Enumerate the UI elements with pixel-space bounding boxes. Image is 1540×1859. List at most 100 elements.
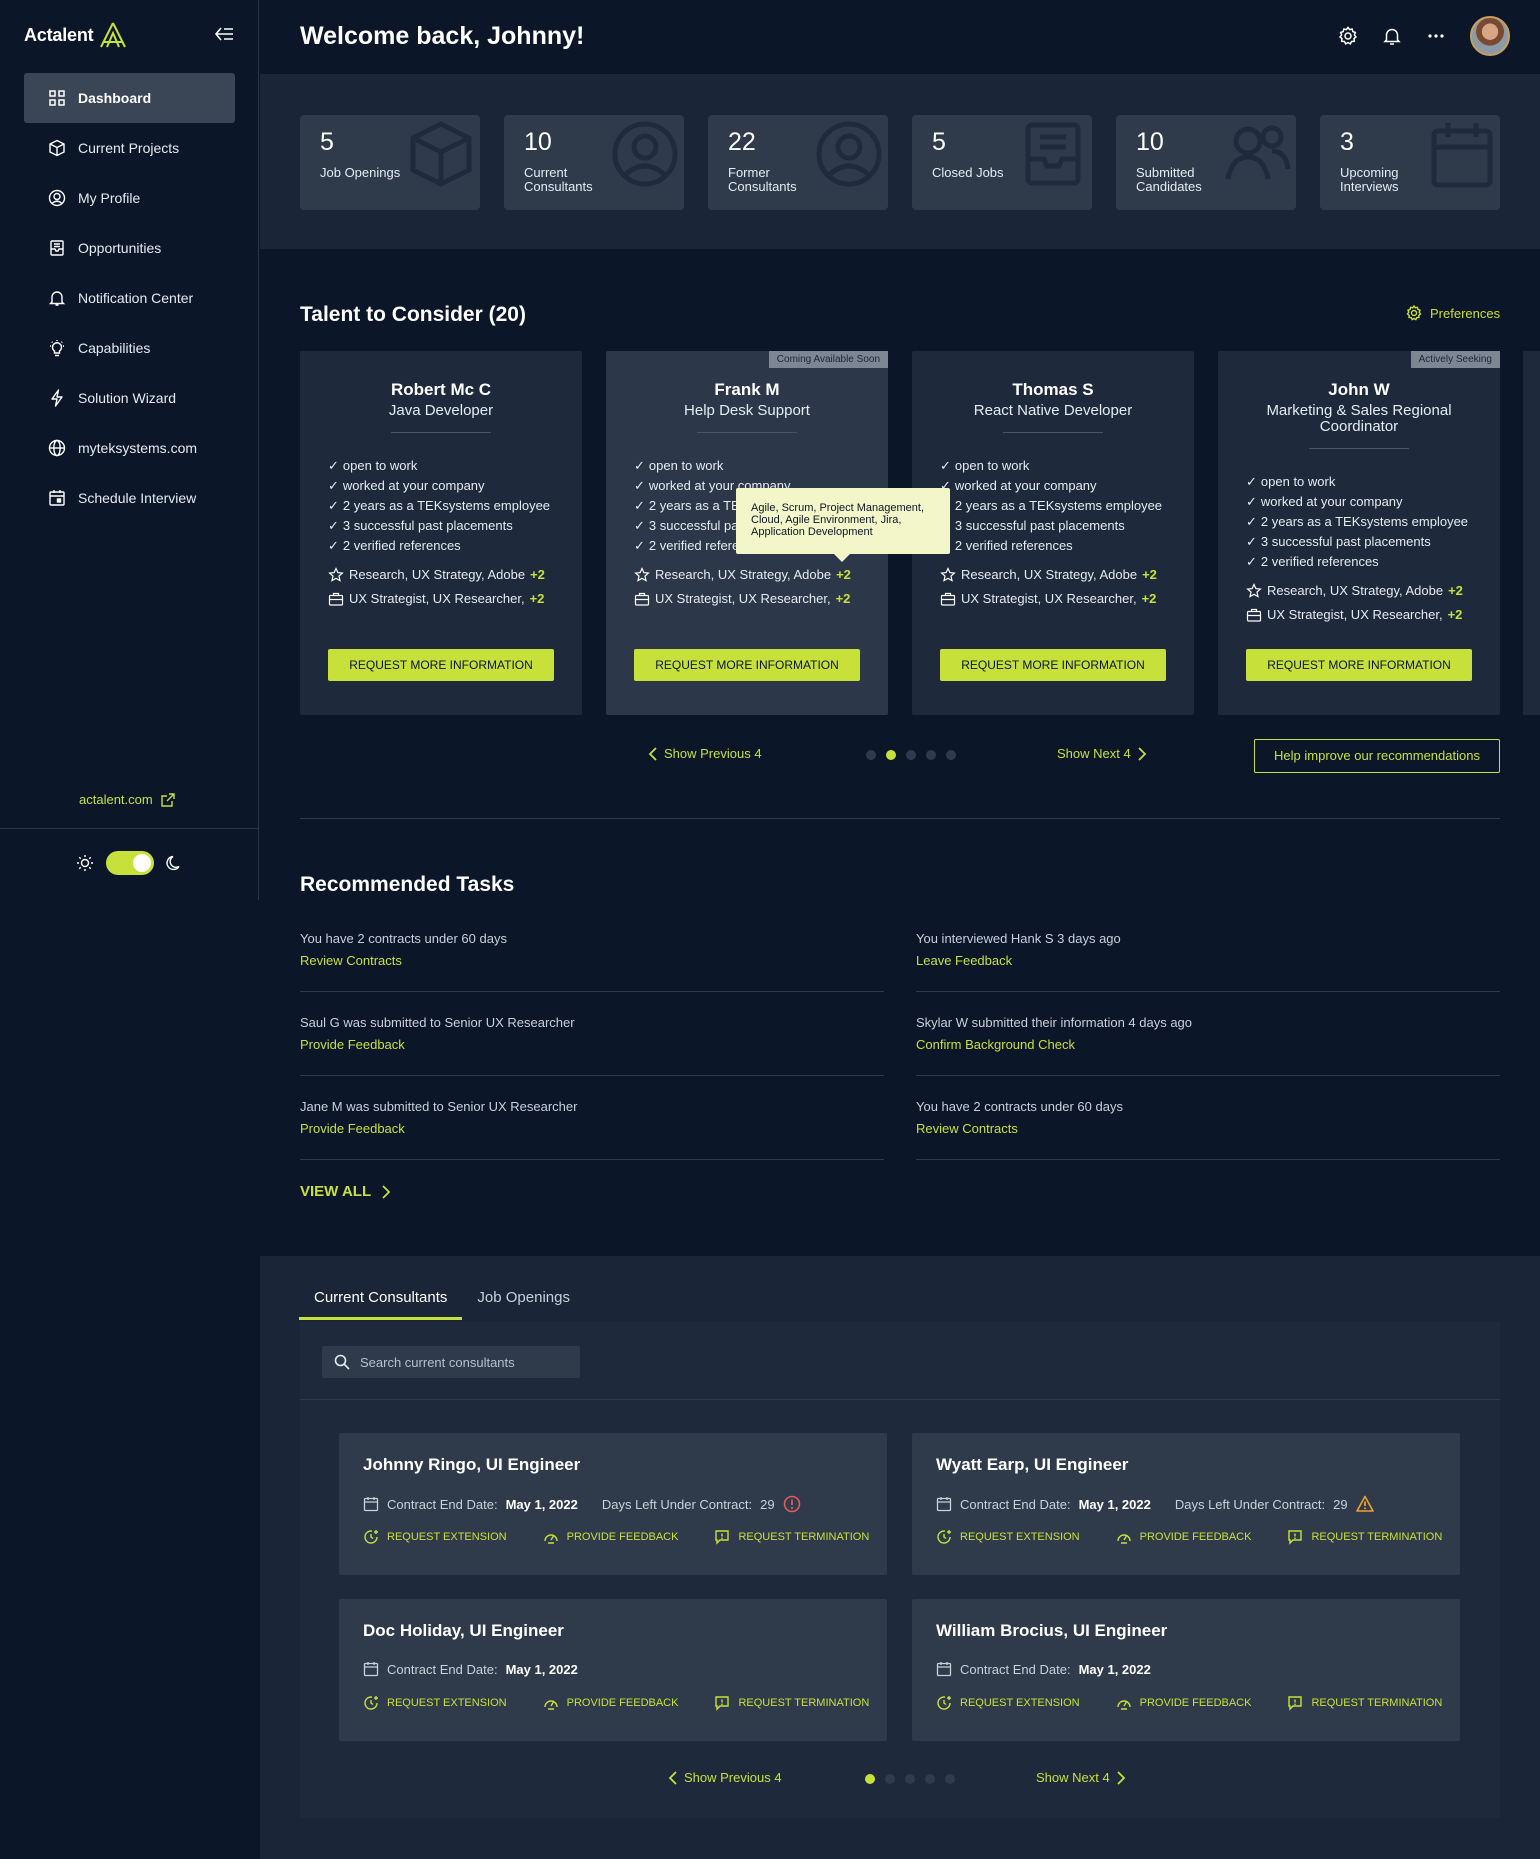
request-extension-button[interactable]: REQUEST EXTENSION (936, 1695, 1080, 1711)
talent-show-previous[interactable]: Show Previous 4 (648, 746, 762, 761)
roles-more[interactable]: +2 (1142, 587, 1157, 611)
roles-row: UX Strategist, UX Researcher, +2 (940, 587, 1157, 611)
tab-job-openings[interactable]: Job Openings (462, 1278, 585, 1320)
request-termination-button[interactable]: REQUEST TERMINATION (1287, 1695, 1442, 1711)
stat-current-consultants[interactable]: 10 Current Consultants (504, 115, 684, 210)
theme-switch (76, 851, 184, 875)
preferences-link[interactable]: Preferences (1406, 305, 1500, 321)
page-dot[interactable] (946, 750, 956, 760)
skills-more[interactable]: +2 (530, 563, 545, 587)
sidebar-item-my-profile[interactable]: My Profile (24, 173, 235, 223)
collapse-sidebar-icon[interactable] (214, 26, 234, 42)
dark-mode-toggle[interactable] (106, 851, 154, 875)
talent-checks: ✓open to work ✓worked at your company ✓2… (1246, 472, 1468, 572)
request-info-button[interactable]: REQUEST MORE INFORMATION (328, 649, 554, 681)
roles-more[interactable]: +2 (1448, 603, 1463, 627)
user-circle-icon (612, 121, 678, 187)
sidebar-item-capabilities[interactable]: Capabilities (24, 323, 235, 373)
provide-feedback-button[interactable]: PROVIDE FEEDBACK (1116, 1695, 1251, 1711)
task-action-link[interactable]: Provide Feedback (300, 1116, 884, 1142)
action-label: PROVIDE FEEDBACK (566, 1531, 679, 1543)
sidebar-divider (0, 828, 259, 829)
request-extension-button[interactable]: REQUEST EXTENSION (363, 1529, 507, 1545)
stat-label: Current Consultants (524, 165, 593, 194)
provide-feedback-button[interactable]: PROVIDE FEEDBACK (543, 1529, 679, 1545)
task-action-link[interactable]: Review Contracts (916, 1116, 1500, 1142)
sidebar-item-myteksystems[interactable]: myteksystems.com (24, 423, 235, 473)
tab-current-consultants[interactable]: Current Consultants (299, 1278, 463, 1320)
request-extension-button[interactable]: REQUEST EXTENSION (363, 1695, 507, 1711)
page-dot[interactable] (905, 1774, 915, 1784)
stat-former-consultants[interactable]: 22 Former Consultants (708, 115, 888, 210)
actalent-external-link[interactable]: actalent.com (79, 792, 175, 807)
sidebar-item-dashboard[interactable]: Dashboard (24, 73, 235, 123)
check-item: ✓2 verified references (1246, 552, 1468, 572)
page-dot[interactable] (925, 1774, 935, 1784)
more-options-icon[interactable] (1426, 26, 1446, 46)
task-action-link[interactable]: Leave Feedback (916, 948, 1500, 974)
skills-text: Research, UX Strategy, Adobe (349, 567, 526, 582)
view-all-link[interactable]: VIEW ALL (300, 1183, 391, 1200)
clock-plus-icon (937, 1530, 951, 1544)
skills-more[interactable]: +2 (1448, 579, 1463, 603)
page-dot[interactable] (945, 1774, 955, 1784)
settings-gear-icon[interactable] (1338, 26, 1358, 46)
skills-more[interactable]: +2 (836, 563, 851, 587)
task-text: Jane M was submitted to Senior UX Resear… (300, 1099, 578, 1114)
request-info-button[interactable]: REQUEST MORE INFORMATION (940, 649, 1166, 681)
request-info-button[interactable]: REQUEST MORE INFORMATION (1246, 649, 1472, 681)
talent-show-next[interactable]: Show Next 4 (1057, 746, 1147, 761)
help-improve-button[interactable]: Help improve our recommendations (1254, 739, 1500, 773)
sidebar-nav: Dashboard Current Projects My Profile Op… (24, 73, 235, 523)
search-consultants-input[interactable] (360, 1354, 560, 1370)
stat-job-openings[interactable]: 5 Job Openings (300, 115, 480, 210)
check-icon: ✓ (940, 458, 951, 473)
provide-feedback-button[interactable]: PROVIDE FEEDBACK (543, 1695, 678, 1711)
stat-label: Job Openings (320, 165, 401, 180)
stat-closed-jobs[interactable]: 5 Closed Jobs (912, 115, 1092, 210)
check-item: ✓ open to work (940, 456, 1162, 476)
user-avatar[interactable] (1470, 16, 1510, 56)
task-action-link[interactable]: Review Contracts (300, 948, 884, 974)
request-termination-button[interactable]: REQUEST TERMINATION (714, 1695, 869, 1711)
task-divider (300, 991, 884, 992)
request-info-button[interactable]: REQUEST MORE INFORMATION (634, 649, 860, 681)
request-termination-button[interactable]: REQUEST TERMINATION (1287, 1529, 1442, 1545)
stat-submitted-candidates[interactable]: 10 Submitted Candidates (1116, 115, 1296, 210)
check-icon: ✓ (634, 478, 645, 493)
sidebar-item-schedule-interview[interactable]: Schedule Interview (24, 473, 235, 523)
stat-upcoming-interviews[interactable]: 3 Upcoming Interviews (1320, 115, 1500, 210)
roles-more[interactable]: +2 (836, 587, 851, 611)
page-dot-active[interactable] (865, 1774, 875, 1784)
page-dot[interactable] (906, 750, 916, 760)
check-label: 3 successful past placements (342, 518, 513, 533)
skills-more[interactable]: +2 (1142, 563, 1157, 587)
star-icon (1246, 583, 1262, 598)
consultants-show-next[interactable]: Show Next 4 (1036, 1770, 1126, 1785)
consultants-show-previous[interactable]: Show Previous 4 (668, 1770, 782, 1785)
availability-badge: Actively Seeking (1410, 351, 1500, 368)
page-dot[interactable] (866, 750, 876, 760)
sidebar-item-solution-wizard[interactable]: Solution Wizard (24, 373, 235, 423)
notifications-bell-icon[interactable] (1382, 26, 1402, 46)
page-dot[interactable] (926, 750, 936, 760)
task-action-link[interactable]: Provide Feedback (300, 1032, 884, 1058)
talent-meta: Research, UX Strategy, Adobe +2 UX Strate… (634, 563, 851, 611)
page-dot[interactable] (885, 1774, 895, 1784)
talent-card: Robert Mc C Java Developer ✓ open to work… (300, 351, 582, 715)
tasks-section-title: Recommended Tasks (300, 873, 515, 896)
check-item: ✓ open to work (634, 456, 856, 476)
page-dot-active[interactable] (886, 750, 896, 760)
sidebar-item-opportunities[interactable]: Opportunities (24, 223, 235, 273)
warning-alert-icon (1355, 1495, 1374, 1512)
task-action-link[interactable]: Confirm Background Check (916, 1032, 1500, 1058)
provide-feedback-button[interactable]: PROVIDE FEEDBACK (1116, 1529, 1251, 1545)
sidebar-item-notification-center[interactable]: Notification Center (24, 273, 235, 323)
action-label: REQUEST TERMINATION (738, 1697, 870, 1709)
roles-more[interactable]: +2 (530, 587, 545, 611)
check-item: ✓2 verified references (328, 536, 550, 556)
request-termination-button[interactable]: REQUEST TERMINATION (714, 1529, 869, 1545)
actalent-logo[interactable]: Actalent (24, 22, 127, 48)
sidebar-item-current-projects[interactable]: Current Projects (24, 123, 235, 173)
request-extension-button[interactable]: REQUEST EXTENSION (936, 1529, 1080, 1545)
